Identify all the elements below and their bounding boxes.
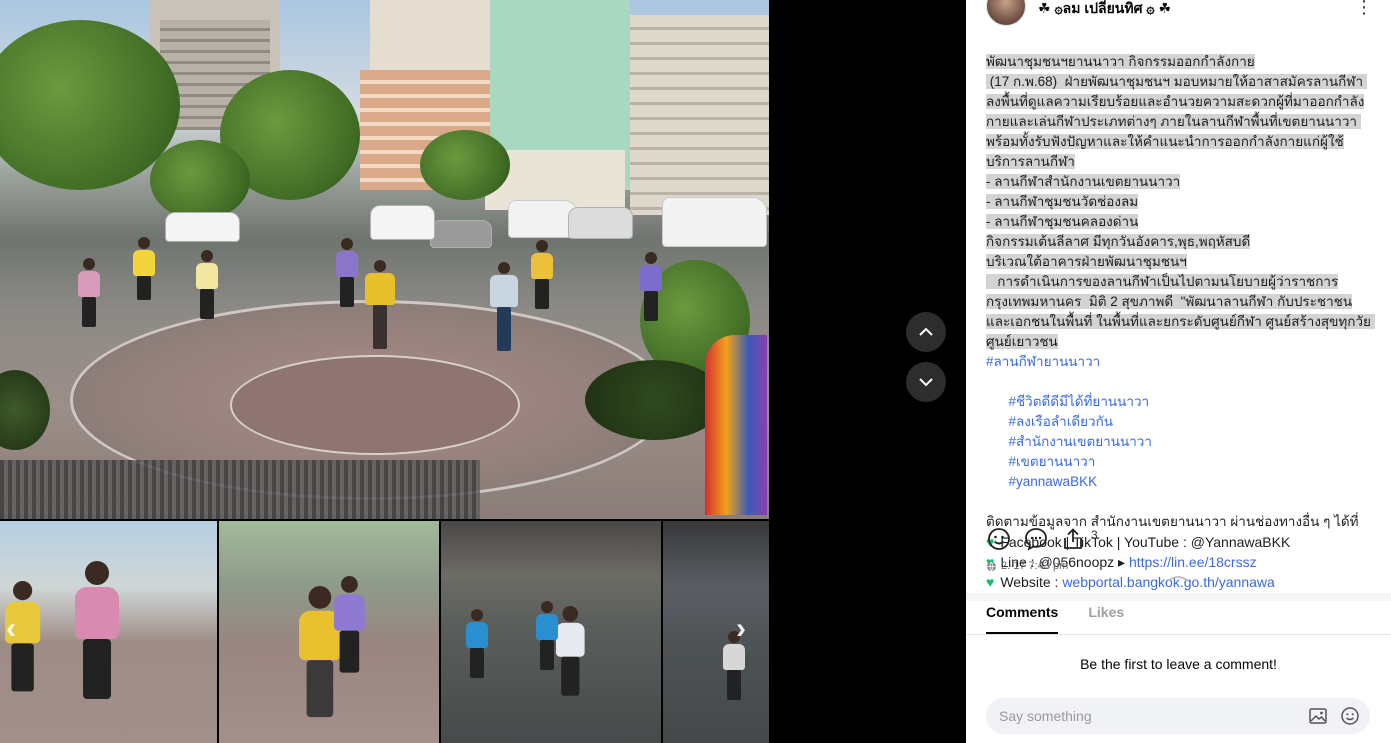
chevron-down-icon	[919, 378, 933, 387]
plaza-medallion	[230, 355, 520, 455]
post-text-line: - ลานกีฬาชุมชนวัดช่องลม	[986, 194, 1139, 209]
hashtag[interactable]: #ลานกีฬายานนาวา	[986, 354, 1100, 369]
smile-icon[interactable]	[986, 526, 1012, 552]
car	[165, 212, 240, 242]
van	[662, 197, 767, 247]
hashtag[interactable]: #ชีวิตดีดีมีได้ที่ยานนาวา	[1009, 394, 1150, 409]
divider	[966, 593, 1391, 601]
previous-photo-arrow[interactable]: ‹	[6, 612, 16, 646]
chevron-up-icon	[919, 327, 933, 336]
author-name[interactable]: ☘ ۞ลม เปลี่ยนทิศ ۞ ☘	[1038, 0, 1171, 20]
hashtag[interactable]: #yannawaBKK	[1009, 474, 1098, 489]
tab-comments[interactable]: Comments	[986, 604, 1059, 634]
building	[370, 0, 490, 80]
next-post-button[interactable]	[906, 362, 946, 402]
planter	[0, 370, 50, 450]
hashtag[interactable]: #เขตยานนาวา	[1009, 454, 1096, 469]
line-link[interactable]: https://lin.ee/18crssz	[1129, 554, 1257, 570]
comment-tabs: Comments Likes	[986, 604, 1154, 634]
post-text-line: (17 ก.พ.68) ฝ่ายพัฒนาชุมชนฯ มอบหมายให้อา…	[986, 74, 1367, 169]
media-viewer: ‹ ›	[0, 0, 966, 743]
dancer	[196, 250, 218, 319]
timestamp-text: 2. 17 7:43 pm	[1001, 560, 1069, 572]
dancer	[78, 258, 100, 327]
building	[630, 15, 769, 215]
car	[370, 205, 435, 240]
green-heart-icon: ♥	[986, 574, 995, 590]
post-text-line: - ลานกีฬาสำนักงานเขตยานนาวา	[986, 174, 1181, 189]
main-photo[interactable]	[0, 0, 769, 519]
dancer	[365, 260, 395, 349]
share-icon[interactable]	[1060, 526, 1086, 552]
post-text-line: บริเวณใต้อาคารฝ่ายพัฒนาชุมชนฯ	[986, 254, 1187, 269]
dancer	[490, 262, 518, 351]
empty-comments-message: Be the first to leave a comment!	[1080, 656, 1277, 672]
tree	[420, 130, 510, 200]
thumbnail-1[interactable]	[0, 521, 217, 743]
dancer	[75, 561, 119, 699]
share-count: 3	[1091, 528, 1098, 542]
tree	[150, 140, 250, 220]
player	[466, 609, 488, 678]
post-actions: 3	[986, 526, 1098, 552]
thumbnail-3[interactable]	[441, 521, 661, 743]
post-text-line: การดำเนินการของลานกีฬาเป็นไปตามนโยบายผู้…	[986, 274, 1375, 349]
comment-composer	[986, 698, 1370, 734]
car	[568, 207, 633, 239]
hashtag[interactable]: #ลงเรือลำเดียวกัน	[1009, 414, 1113, 429]
post-text-line: - ลานกีฬาชุมชนคลองด่าน	[986, 214, 1139, 229]
globe-icon	[986, 561, 997, 572]
player	[536, 601, 558, 670]
website-label: Website :	[1000, 574, 1063, 590]
dancer	[133, 237, 155, 300]
dancer	[640, 252, 662, 321]
dancer	[334, 576, 365, 673]
chevron-up-icon[interactable]	[1166, 570, 1190, 584]
post-text-line: กิจกรรมเต้นลีลาศ มีทุกวันอังคาร,พุธ,พฤหั…	[986, 234, 1251, 249]
tactile-paving	[0, 460, 480, 519]
colorful-sign	[705, 335, 767, 515]
dancer	[336, 238, 358, 307]
post-header: ☘ ۞ลม เปลี่ยนทิศ ۞ ☘ ⋮	[966, 0, 1391, 30]
more-vertical-icon[interactable]: ⋮	[1355, 0, 1373, 16]
avatar[interactable]	[986, 0, 1026, 26]
comment-input[interactable]	[999, 708, 1296, 724]
hashtag[interactable]: #สำนักงานเขตยานนาวา	[1009, 434, 1152, 449]
tab-likes[interactable]: Likes	[1088, 604, 1124, 634]
next-photo-arrow[interactable]: ›	[736, 612, 746, 646]
thumbnail-4[interactable]	[663, 521, 769, 743]
post-timestamp: 2. 17 7:43 pm	[986, 560, 1068, 572]
image-icon[interactable]	[1308, 706, 1328, 726]
post-panel: ☘ ۞ลม เปลี่ยนทิศ ۞ ☘ ⋮ พัฒนาชุมชนฯยานนาว…	[966, 0, 1391, 743]
planter	[585, 360, 725, 440]
post-text-line: พัฒนาชุมชนฯยานนาวา กิจกรรมออกกำลังกาย	[986, 54, 1255, 69]
thumbnail-2[interactable]	[219, 521, 439, 743]
divider	[966, 634, 1391, 635]
previous-post-button[interactable]	[906, 312, 946, 352]
comment-icon[interactable]	[1023, 526, 1049, 552]
dancer	[531, 240, 553, 309]
car	[430, 220, 492, 248]
player	[556, 606, 585, 696]
post-body: พัฒนาชุมชนฯยานนาวา กิจกรรมออกกำลังกาย (1…	[986, 52, 1376, 592]
emoji-icon[interactable]	[1340, 706, 1360, 726]
